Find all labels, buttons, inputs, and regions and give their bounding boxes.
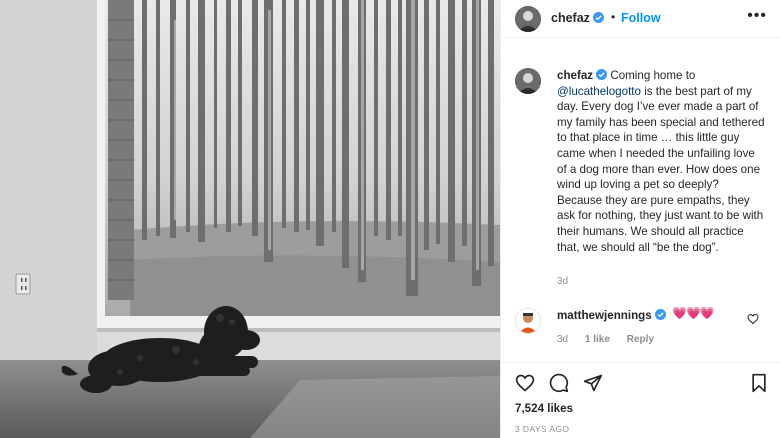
more-options-icon[interactable]: ••• bbox=[747, 7, 767, 25]
verified-badge-icon bbox=[592, 12, 604, 23]
comment-text: 💗💗💗 bbox=[672, 306, 715, 320]
dog-window-photo bbox=[0, 0, 500, 438]
separator-dot: • bbox=[611, 10, 616, 24]
post-side-panel: chefaz • Follow ••• chefaz Coming home t… bbox=[500, 0, 780, 438]
verified-badge-icon bbox=[654, 309, 666, 320]
caption-username[interactable]: chefaz bbox=[557, 69, 593, 82]
commenter-avatar[interactable] bbox=[515, 308, 541, 334]
caption-timestamp: 3d bbox=[557, 276, 569, 287]
reply-button[interactable]: Reply bbox=[627, 334, 654, 345]
comment-heart-icon[interactable] bbox=[747, 313, 759, 325]
author-avatar[interactable] bbox=[515, 6, 541, 32]
caption-text-start: Coming home to bbox=[607, 69, 696, 82]
verified-badge-icon bbox=[596, 69, 608, 80]
paper-plane-icon[interactable] bbox=[583, 373, 603, 393]
post-photo[interactable] bbox=[0, 0, 500, 438]
comment-like-count[interactable]: 1 like bbox=[585, 334, 610, 345]
bookmark-icon[interactable] bbox=[749, 373, 769, 393]
post-date: 3 DAYS AGO bbox=[515, 424, 570, 434]
caption-text-rest: is the best part of my day. Every dog I’… bbox=[557, 84, 765, 254]
caption-mention-link[interactable]: @lucathelogotto bbox=[557, 85, 641, 98]
post-caption: chefaz Coming home to @lucathelogotto is… bbox=[557, 68, 767, 255]
heart-outline-icon[interactable] bbox=[515, 373, 535, 393]
follow-button[interactable]: Follow bbox=[621, 11, 661, 25]
comment-meta: 3d 1 like Reply bbox=[557, 334, 668, 345]
caption-author-avatar[interactable] bbox=[515, 68, 541, 94]
likes-count[interactable]: 7,524 likes bbox=[515, 402, 573, 415]
comment-bubble-icon[interactable] bbox=[549, 373, 569, 393]
actions-divider bbox=[501, 362, 780, 363]
comment-timestamp: 3d bbox=[557, 334, 569, 345]
post-header: chefaz • Follow ••• bbox=[501, 0, 780, 38]
author-username[interactable]: chefaz bbox=[551, 11, 604, 25]
commenter-username[interactable]: matthewjennings bbox=[557, 309, 666, 322]
